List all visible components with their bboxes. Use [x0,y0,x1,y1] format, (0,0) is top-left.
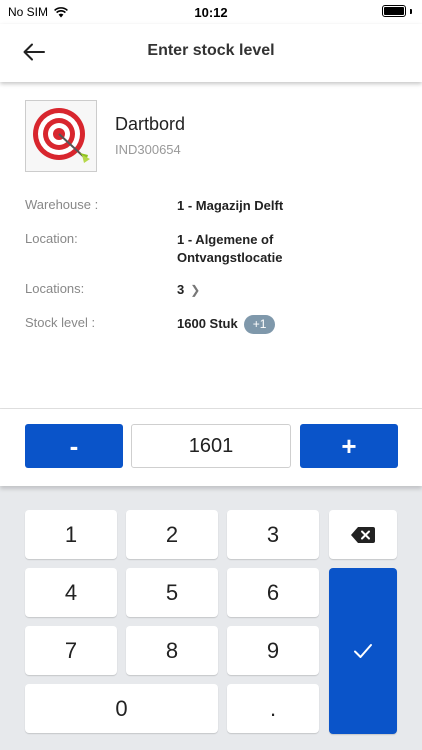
confirm-button[interactable] [329,568,397,734]
backspace-icon [351,526,375,543]
increment-button[interactable]: + [300,424,398,468]
key-3[interactable]: 3 [227,510,319,559]
key-decimal[interactable]: . [227,684,319,733]
warehouse-value: 1 - Magazijn Delft [177,198,284,213]
location-value-line1: 1 - Algemene of [177,232,274,247]
product-code: IND300654 [115,142,181,157]
location-value-line2: Ontvangstlocatie [177,250,283,265]
warehouse-label: Warehouse : [25,197,99,212]
key-2[interactable]: 2 [126,510,218,559]
battery-tip [410,8,412,14]
product-summary: Dartbord IND300654 [25,100,422,174]
status-right [382,5,412,17]
checkmark-icon [354,644,372,658]
product-name: Dartbord [115,114,186,134]
key-4[interactable]: 4 [25,568,117,617]
key-6[interactable]: 6 [227,568,319,617]
chevron-right-icon: ❯ [190,283,201,297]
dartboard-icon [33,108,90,163]
battery-icon [382,5,406,17]
stock-value-wrap: 1600 Stuk +1 [177,315,276,335]
page-title: Enter stock level [147,42,275,59]
decrement-button[interactable]: - [25,424,123,468]
location-label: Location: [25,231,78,246]
locations-label: Locations: [25,281,85,296]
key-0[interactable]: 0 [25,684,218,733]
location-value: 1 - Algemene of Ontvangstlocatie [177,231,282,267]
locations-count: 3 [177,282,185,297]
stock-value: 1600 Stuk [177,316,238,331]
key-8[interactable]: 8 [126,626,218,675]
status-time: 10:12 [194,5,228,20]
key-7[interactable]: 7 [25,626,117,675]
app-header: Enter stock level [0,24,422,82]
key-9[interactable]: 9 [227,626,319,675]
status-bar: No SIM 10:12 [0,0,422,24]
backspace-key[interactable] [329,510,397,559]
quantity-bar: - 1601 + [0,409,422,486]
key-1[interactable]: 1 [25,510,117,559]
stock-label: Stock level : [25,315,96,330]
stock-delta-badge: +1 [243,315,276,335]
quantity-input[interactable]: 1601 [131,424,291,468]
product-image [25,100,97,172]
key-5[interactable]: 5 [126,568,218,617]
locations-value[interactable]: 3 ❯ [177,281,200,299]
numeric-keypad: 1 2 3 4 5 6 7 8 9 0 . [0,486,422,750]
